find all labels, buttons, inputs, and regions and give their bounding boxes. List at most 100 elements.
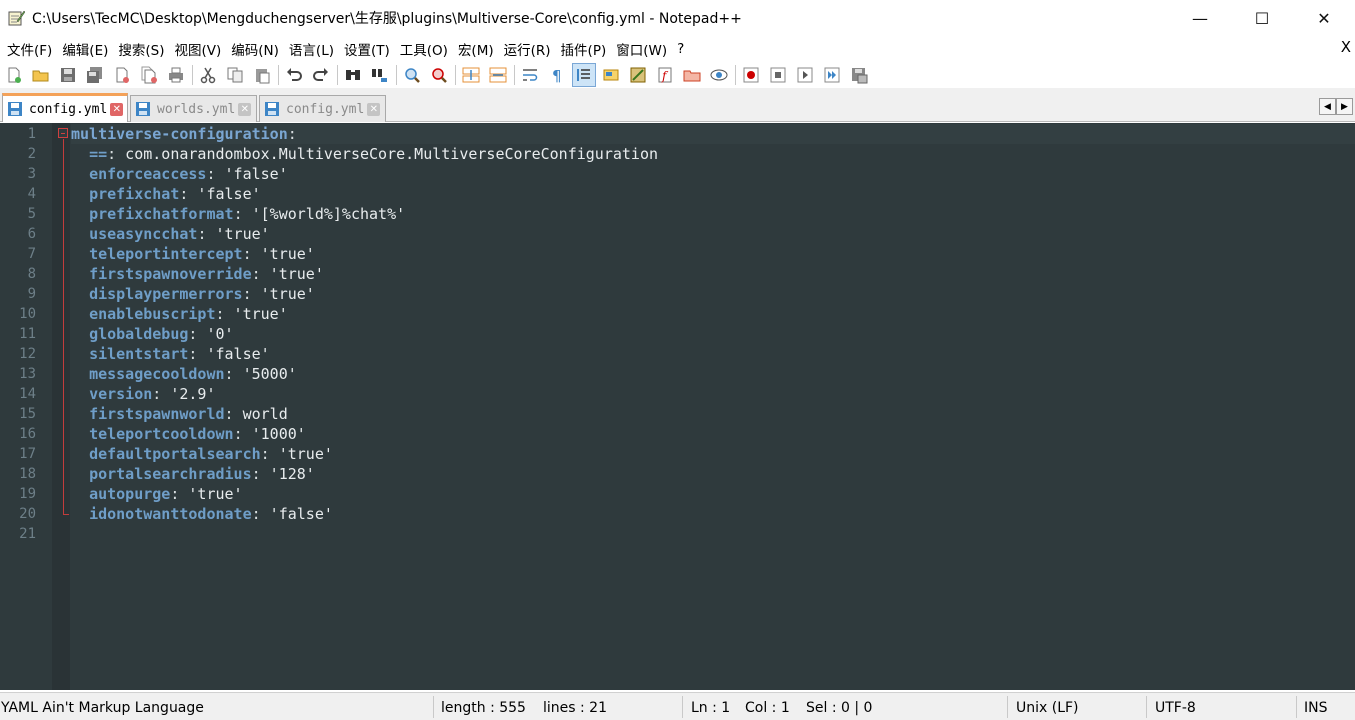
copy-icon[interactable]: [224, 64, 246, 86]
save-macro-icon[interactable]: [848, 64, 870, 86]
menu-help[interactable]: ?: [672, 41, 689, 57]
code-line[interactable]: displaypermerrors: 'true': [71, 284, 315, 304]
print-icon[interactable]: [165, 64, 187, 86]
menu-file[interactable]: 文件(F): [2, 39, 57, 59]
indent-guide-icon[interactable]: [572, 63, 596, 87]
maximize-button[interactable]: ☐: [1231, 0, 1293, 36]
saved-file-icon: [136, 102, 150, 116]
close-document-button[interactable]: X: [1341, 38, 1351, 56]
word-wrap-icon[interactable]: [519, 64, 541, 86]
window-title: C:\Users\TecMC\Desktop\Mengduchengserver…: [32, 11, 742, 27]
code-line[interactable]: messagecooldown: '5000': [71, 364, 297, 384]
yaml-key: ==: [89, 145, 108, 163]
user-defined-language-icon[interactable]: [600, 64, 622, 86]
run-macro-multiple-icon[interactable]: [821, 64, 843, 86]
menu-language[interactable]: 语言(L): [284, 39, 339, 59]
tab-config-yml-2[interactable]: config.yml ✕: [259, 95, 386, 122]
zoom-out-icon[interactable]: [428, 64, 450, 86]
sync-horizontal-icon[interactable]: [487, 64, 509, 86]
yaml-value: '128': [260, 465, 315, 483]
record-macro-icon[interactable]: [740, 64, 762, 86]
save-icon[interactable]: [57, 64, 79, 86]
show-all-characters-icon[interactable]: ¶: [546, 64, 568, 86]
tab-worlds-yml[interactable]: worlds.yml ✕: [130, 95, 257, 122]
menu-search[interactable]: 搜索(S): [113, 39, 169, 59]
redo-icon[interactable]: [310, 64, 332, 86]
yaml-separator: :: [152, 385, 162, 403]
fold-toggle-icon[interactable]: [58, 128, 68, 138]
zoom-in-icon[interactable]: [401, 64, 423, 86]
find-icon[interactable]: [342, 64, 364, 86]
tab-config-yml[interactable]: config.yml ✕: [2, 93, 128, 122]
editor[interactable]: 1 2 3 4 5 6 7 8 9 10 11 12 13 14 15 16 17 18 19 20 21 multiv…: [0, 123, 1355, 690]
new-file-icon[interactable]: [3, 64, 25, 86]
code-line[interactable]: firstspawnworld: world: [71, 404, 288, 424]
code-line[interactable]: prefixchatformat: '[%world%]%chat%': [71, 204, 405, 224]
menu-window[interactable]: 窗口(W): [611, 39, 672, 59]
cut-icon[interactable]: [197, 64, 219, 86]
folder-as-workspace-icon[interactable]: [681, 64, 703, 86]
code-line[interactable]: idonotwanttodonate: 'false': [71, 504, 333, 524]
menu-plugins[interactable]: 插件(P): [556, 39, 612, 59]
code-line[interactable]: prefixchat: 'false': [71, 184, 261, 204]
menu-run[interactable]: 运行(R): [499, 39, 556, 59]
fold-margin[interactable]: [52, 123, 70, 690]
save-all-icon[interactable]: [84, 64, 106, 86]
yaml-key: prefixchat: [89, 185, 180, 203]
document-map-icon[interactable]: [627, 64, 649, 86]
close-file-icon[interactable]: [111, 64, 133, 86]
yaml-value: '[%world%]%chat%': [242, 205, 406, 223]
yaml-value: 'false': [215, 165, 288, 183]
paste-icon[interactable]: [251, 64, 273, 86]
undo-icon[interactable]: [283, 64, 305, 86]
code-line[interactable]: multiverse-configuration:: [71, 124, 1355, 144]
tab-scroll-right-icon[interactable]: ▶: [1336, 98, 1353, 115]
line-number: 3: [27, 166, 36, 182]
menu-settings[interactable]: 设置(T): [339, 39, 395, 59]
code-line[interactable]: teleportcooldown: '1000': [71, 424, 306, 444]
playback-macro-icon[interactable]: [794, 64, 816, 86]
function-list-icon[interactable]: f: [654, 64, 676, 86]
tab-close-icon[interactable]: ✕: [110, 102, 124, 116]
code-line[interactable]: useasyncchat: 'true': [71, 224, 270, 244]
toolbar-separator: [735, 65, 736, 85]
menu-macro[interactable]: 宏(M): [453, 39, 499, 59]
code-line[interactable]: portalsearchradius: '128': [71, 464, 315, 484]
close-button[interactable]: ✕: [1293, 0, 1355, 36]
code-line[interactable]: autopurge: 'true': [71, 484, 243, 504]
yaml-key: useasyncchat: [89, 225, 198, 243]
code-line[interactable]: version: '2.9': [71, 384, 215, 404]
tab-close-icon[interactable]: ✕: [367, 102, 381, 116]
menu-tools[interactable]: 工具(O): [395, 39, 453, 59]
toolbar-separator: [514, 65, 515, 85]
code-line[interactable]: defaultportalsearch: 'true': [71, 444, 333, 464]
tab-scroll-left-icon[interactable]: ◀: [1319, 98, 1336, 115]
menu-encoding[interactable]: 编码(N): [226, 39, 284, 59]
sync-vertical-icon[interactable]: [460, 64, 482, 86]
code-line[interactable]: silentstart: 'false': [71, 344, 270, 364]
replace-icon[interactable]: [369, 64, 391, 86]
close-all-icon[interactable]: [138, 64, 160, 86]
open-file-icon[interactable]: [30, 64, 52, 86]
menu-edit[interactable]: 编辑(E): [57, 39, 113, 59]
code-line[interactable]: globaldebug: '0': [71, 324, 234, 344]
code-line[interactable]: enforceaccess: 'false': [71, 164, 288, 184]
line-number: 13: [19, 366, 36, 382]
minimize-button[interactable]: —: [1169, 0, 1231, 36]
yaml-value: com.onarandombox.MultiverseCore.Multiver…: [116, 145, 659, 163]
monitoring-icon[interactable]: [708, 64, 730, 86]
code-line[interactable]: ==: com.onarandombox.MultiverseCore.Mult…: [71, 144, 658, 164]
yaml-key: messagecooldown: [89, 365, 225, 383]
code-line[interactable]: enablebuscript: 'true': [71, 304, 288, 324]
tab-close-icon[interactable]: ✕: [238, 102, 252, 116]
yaml-key: teleportintercept: [89, 245, 243, 263]
yaml-value: '5000': [233, 365, 297, 383]
line-number: 10: [19, 306, 36, 322]
menu-view[interactable]: 视图(V): [170, 39, 227, 59]
stop-recording-icon[interactable]: [767, 64, 789, 86]
code-line[interactable]: teleportintercept: 'true': [71, 244, 315, 264]
fold-end-marker: [63, 514, 69, 515]
code-line[interactable]: firstspawnoverride: 'true': [71, 264, 324, 284]
